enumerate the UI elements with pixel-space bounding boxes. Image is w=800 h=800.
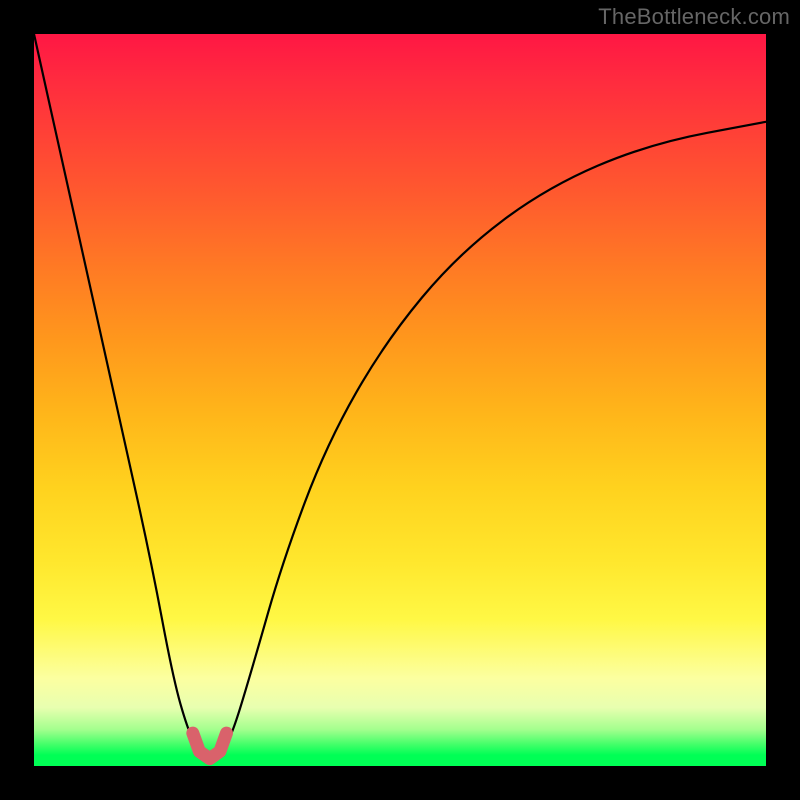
optimal-region-marker [193,733,227,759]
curve-layer [34,34,766,766]
chart-frame: TheBottleneck.com [0,0,800,800]
plot-area [34,34,766,766]
watermark-text: TheBottleneck.com [598,4,790,30]
bottleneck-curve [34,34,766,757]
